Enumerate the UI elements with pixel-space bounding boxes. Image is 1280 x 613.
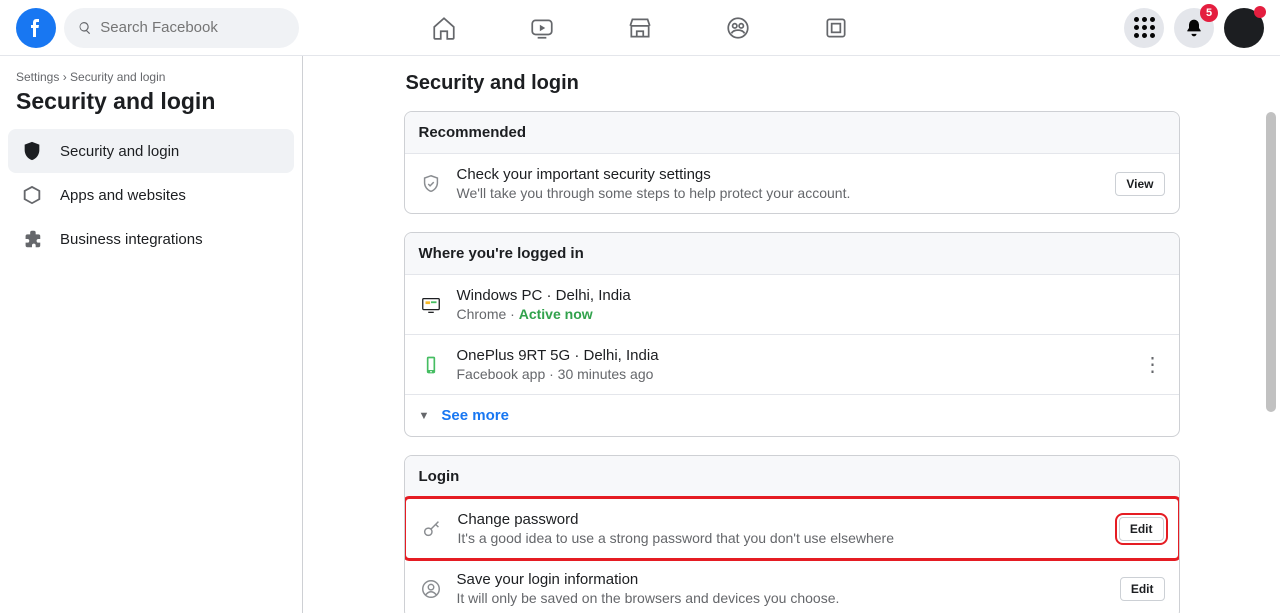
top-nav: 5 (0, 0, 1280, 56)
row-title: Check your important security settings (457, 166, 1102, 183)
sidebar: Settings › Security and login Security a… (0, 56, 303, 613)
breadcrumb: Settings › Security and login (8, 68, 294, 88)
center-nav (430, 14, 850, 42)
recommended-row: Check your important security settings W… (405, 154, 1179, 213)
facebook-logo[interactable] (16, 8, 56, 48)
profile-button[interactable] (1224, 8, 1264, 48)
main: Security and login Recommended Check you… (303, 56, 1280, 613)
profile-badge (1254, 6, 1266, 18)
caret-down-icon: ▼ (419, 410, 430, 422)
sidebar-item-label: Apps and websites (60, 187, 186, 204)
login-card: Login Change password It's a good idea t… (404, 455, 1180, 613)
mobile-icon (419, 353, 443, 377)
see-more-row: ▼ See more (405, 395, 1179, 436)
watch-icon[interactable] (528, 14, 556, 42)
notifications-badge: 5 (1200, 4, 1218, 22)
notifications-button[interactable]: 5 (1174, 8, 1214, 48)
sidebar-item-label: Security and login (60, 143, 179, 160)
desktop-icon (419, 293, 443, 317)
more-options-button[interactable]: ⋮ (1141, 352, 1165, 377)
card-header: Login (405, 456, 1179, 498)
sidebar-item-label: Business integrations (60, 231, 203, 248)
search-icon (78, 20, 92, 36)
puzzle-icon (18, 225, 46, 253)
card-header: Recommended (405, 112, 1179, 154)
sidebar-item-apps[interactable]: Apps and websites (8, 173, 294, 217)
shield-icon (18, 137, 46, 165)
breadcrumb-current: Security and login (70, 70, 165, 84)
right-nav: 5 (1124, 8, 1264, 48)
main-title: Security and login (406, 72, 1180, 95)
active-now-label: Active now (519, 306, 593, 322)
sidebar-item-security[interactable]: Security and login (8, 129, 294, 173)
row-title: Save your login information (457, 571, 1106, 588)
edit-button[interactable]: Edit (1120, 577, 1165, 601)
row-sub: It's a good idea to use a strong passwor… (458, 530, 1105, 546)
shield-check-icon (419, 172, 443, 196)
row-sub: It will only be saved on the browsers an… (457, 590, 1106, 606)
card-header: Where you're logged in (405, 233, 1179, 275)
groups-icon[interactable] (724, 14, 752, 42)
change-password-row: Change password It's a good idea to use … (404, 496, 1180, 561)
bell-icon (1184, 18, 1204, 38)
breadcrumb-settings[interactable]: Settings (16, 70, 59, 84)
view-button[interactable]: View (1115, 172, 1164, 196)
home-icon[interactable] (430, 14, 458, 42)
row-title: OnePlus 9RT 5G · Delhi, India (457, 347, 1127, 364)
gaming-icon[interactable] (822, 14, 850, 42)
key-icon (420, 517, 444, 541)
row-title: Windows PC · Delhi, India (457, 287, 1165, 304)
scrollbar[interactable] (1266, 112, 1276, 412)
menu-button[interactable] (1124, 8, 1164, 48)
recommended-card: Recommended Check your important securit… (404, 111, 1180, 214)
page-title: Security and login (8, 88, 294, 129)
search-input[interactable] (100, 19, 285, 36)
marketplace-icon[interactable] (626, 14, 654, 42)
row-title: Change password (458, 511, 1105, 528)
search-box[interactable] (64, 8, 299, 48)
person-icon (419, 577, 443, 601)
cube-icon (18, 181, 46, 209)
sidebar-item-business[interactable]: Business integrations (8, 217, 294, 261)
session-row: Windows PC · Delhi, India Chrome · Activ… (405, 275, 1179, 335)
see-more-link[interactable]: See more (441, 407, 509, 424)
grid-icon (1134, 17, 1155, 38)
session-row: OnePlus 9RT 5G · Delhi, India Facebook a… (405, 335, 1179, 395)
row-sub: Chrome · Active now (457, 306, 1165, 322)
edit-button[interactable]: Edit (1119, 517, 1164, 541)
row-sub: Facebook app · 30 minutes ago (457, 366, 1127, 382)
row-sub: We'll take you through some steps to hel… (457, 185, 1102, 201)
save-login-row: Save your login information It will only… (405, 559, 1179, 613)
logged-in-card: Where you're logged in Windows PC · Delh… (404, 232, 1180, 437)
